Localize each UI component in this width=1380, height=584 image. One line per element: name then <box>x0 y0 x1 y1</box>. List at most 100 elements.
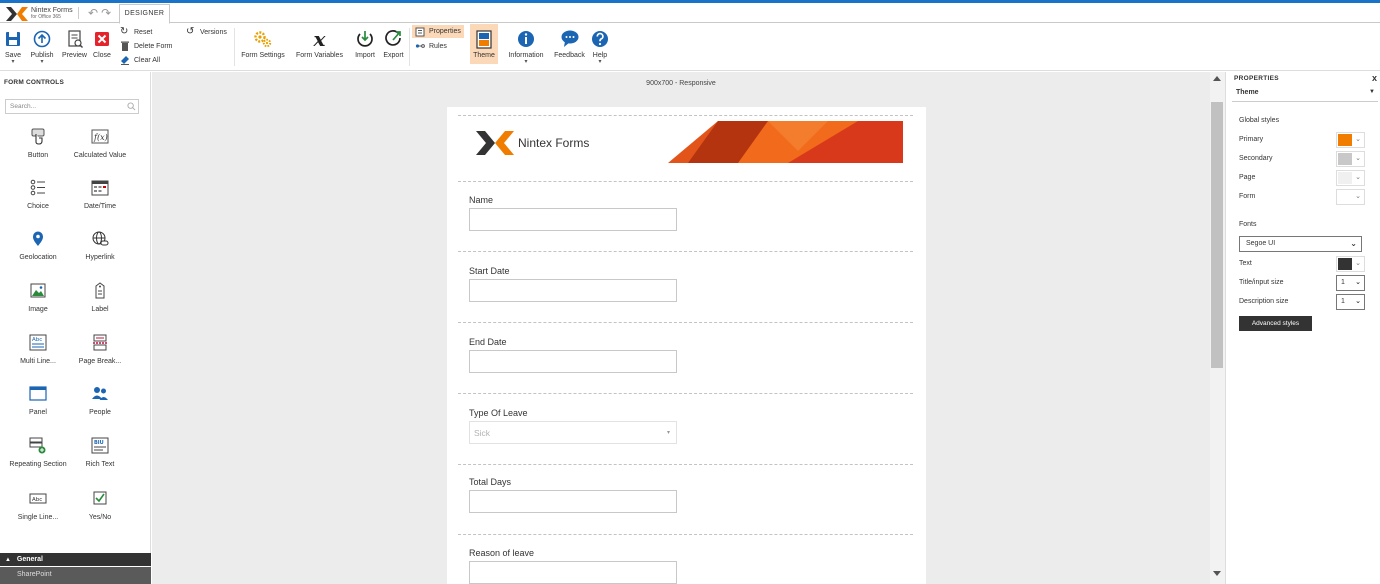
scroll-down-icon[interactable] <box>1213 571 1221 576</box>
close-icon[interactable]: x <box>1372 73 1377 83</box>
control-people[interactable]: People <box>69 385 131 417</box>
clear-all-button[interactable]: Clear All <box>120 55 160 65</box>
secondary-color-picker[interactable]: ⌄ <box>1336 151 1365 167</box>
text-color-picker[interactable]: ⌄ <box>1336 256 1365 272</box>
design-canvas: 900x700 - Responsive Nintex Forms Name S… <box>152 72 1210 584</box>
form-settings-button[interactable]: Form Settings <box>237 24 289 59</box>
properties-label: Properties <box>429 28 461 35</box>
properties-target-select[interactable]: Theme ▼ <box>1232 86 1378 102</box>
control-hyperlink[interactable]: Hyperlink <box>69 230 131 262</box>
control-yes-no[interactable]: Yes/No <box>69 490 131 522</box>
properties-panel: PROPERTIES x Theme ▼ Global styles Prima… <box>1227 72 1380 584</box>
help-button[interactable]: Help ▾ <box>590 24 610 65</box>
controls-search-input[interactable]: Search... <box>5 99 139 114</box>
page-label: Page <box>1239 174 1256 181</box>
page-color-picker[interactable]: ⌄ <box>1336 170 1365 186</box>
type-of-leave-select[interactable]: Sick ▾ <box>469 421 677 444</box>
preview-button[interactable]: Preview <box>60 24 89 59</box>
chevron-down-icon: ⌄ <box>1355 279 1361 286</box>
tag-label-icon <box>95 282 105 299</box>
control-label[interactable]: Label <box>69 282 131 314</box>
chevron-down-icon: ⌄ <box>1355 174 1361 181</box>
undo-icon[interactable]: ↶ <box>88 6 101 20</box>
import-button[interactable]: Import <box>352 24 378 59</box>
control-repeating-section[interactable]: Repeating Section <box>7 437 69 469</box>
undo-redo[interactable]: ↶↷ <box>88 6 114 20</box>
control-datetime-label: Date/Time <box>83 203 117 210</box>
end-date-input[interactable] <box>469 350 677 373</box>
scroll-up-icon[interactable] <box>1213 76 1221 81</box>
control-repeating-section-label: Repeating Section <box>9 461 67 468</box>
chevron-down-icon: ⌄ <box>1355 298 1361 305</box>
feedback-button[interactable]: Feedback <box>552 24 587 59</box>
title-input-size-value: 1 <box>1341 279 1345 286</box>
description-size-select[interactable]: 1 ⌄ <box>1336 294 1365 310</box>
layout-size-label[interactable]: 900x700 - Responsive <box>152 80 1210 87</box>
save-icon <box>6 32 20 46</box>
start-date-input[interactable] <box>469 279 677 302</box>
reset-button[interactable]: ↻ Reset <box>120 27 152 37</box>
rules-button[interactable]: Rules <box>415 41 447 51</box>
versions-button[interactable]: ↺ Versions <box>186 27 227 37</box>
font-family-select[interactable]: Segoe UI ⌄ <box>1239 236 1362 252</box>
information-button[interactable]: Information ▾ <box>503 24 549 65</box>
control-rich-text-label: Rich Text <box>85 461 115 468</box>
redo-icon[interactable]: ↷ <box>101 6 114 20</box>
form-color-picker[interactable]: ⌄ <box>1336 189 1365 205</box>
theme-button[interactable]: Theme <box>470 24 498 64</box>
svg-text:f(x): f(x) <box>93 133 108 142</box>
form-variables-label: Form Variables <box>296 52 343 59</box>
reason-input[interactable] <box>469 561 677 584</box>
publish-button[interactable]: Publish ▾ <box>28 24 56 65</box>
help-label: Help <box>592 52 608 59</box>
control-geolocation[interactable]: Geolocation <box>7 230 69 262</box>
category-general[interactable]: ▲ General <box>0 553 151 566</box>
eraser-icon <box>121 56 129 65</box>
export-button[interactable]: Export <box>380 24 407 59</box>
history-icon: ↺ <box>186 26 195 37</box>
people-icon <box>92 387 108 400</box>
control-geolocation-label: Geolocation <box>19 254 57 261</box>
row-divider <box>458 393 913 394</box>
title-input-size-select[interactable]: 1 ⌄ <box>1336 275 1365 291</box>
rules-icon <box>415 44 425 48</box>
name-input[interactable] <box>469 208 677 231</box>
control-multi-line[interactable]: Abc Multi Line... <box>7 334 69 366</box>
canvas-scrollbar[interactable] <box>1210 72 1226 584</box>
control-single-line[interactable]: Abc Single Line... <box>7 490 69 522</box>
control-image[interactable]: Image <box>7 282 69 314</box>
total-days-input[interactable] <box>469 490 677 513</box>
secondary-label: Secondary <box>1239 155 1273 162</box>
scroll-thumb[interactable] <box>1211 102 1223 368</box>
control-choice-label: Choice <box>27 203 49 210</box>
category-sharepoint[interactable]: SharePoint <box>0 567 151 584</box>
close-button[interactable]: Close <box>91 24 113 59</box>
properties-title: PROPERTIES <box>1234 75 1279 82</box>
field-total-days-label: Total Days <box>469 477 512 487</box>
form-banner-image[interactable]: Nintex Forms <box>468 121 903 163</box>
control-panel[interactable]: Panel <box>7 385 69 417</box>
row-divider <box>458 115 913 116</box>
globe-link-icon <box>92 231 109 246</box>
control-page-break[interactable]: Page Break... <box>69 334 131 366</box>
field-reason-label: Reason of leave <box>469 548 535 558</box>
field-start-date-label: Start Date <box>469 266 510 276</box>
control-calculated-value[interactable]: f(x) Calculated Value <box>69 128 131 160</box>
tab-designer[interactable]: DESIGNER <box>119 4 170 24</box>
field-name-label: Name <box>469 195 494 205</box>
control-datetime[interactable]: Date/Time <box>69 179 131 211</box>
control-button[interactable]: Button <box>7 128 69 160</box>
advanced-styles-button[interactable]: Advanced styles <box>1239 316 1312 331</box>
control-choice[interactable]: Choice <box>7 179 69 211</box>
control-rich-text[interactable]: BIU Rich Text <box>69 437 131 469</box>
form-variables-button[interactable]: x Form Variables <box>292 24 347 59</box>
field-end-date-label: End Date <box>469 337 507 347</box>
form-color-row: Form ⌄ <box>1239 189 1365 205</box>
tab-separator <box>78 7 79 19</box>
primary-color-picker[interactable]: ⌄ <box>1336 132 1365 148</box>
delete-form-button[interactable]: Delete Form <box>120 41 173 51</box>
properties-button[interactable]: Properties <box>412 25 464 38</box>
save-button[interactable]: Save ▾ <box>3 24 23 65</box>
checkbox-icon <box>93 491 107 505</box>
reset-icon: ↻ <box>120 26 129 37</box>
